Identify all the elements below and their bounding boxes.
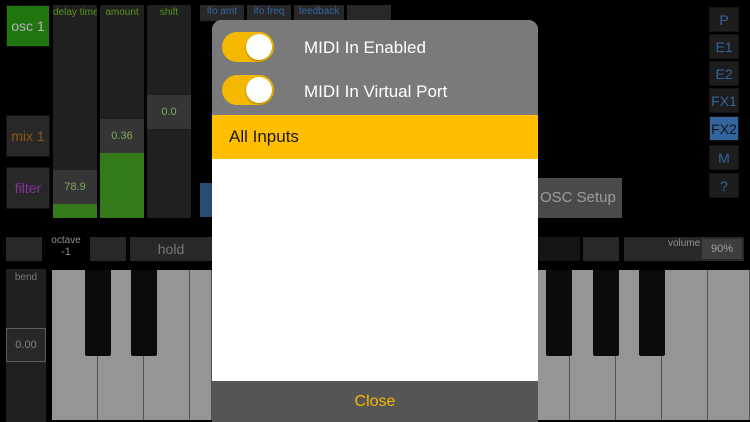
midi-in-virtual-port-label: MIDI In Virtual Port — [304, 82, 448, 101]
modal-header: MIDI In Enabled MIDI In Virtual Port — [212, 20, 538, 115]
midi-input-modal: MIDI In Enabled MIDI In Virtual Port All… — [212, 20, 538, 422]
all-inputs-label: All Inputs — [229, 127, 299, 146]
toggle-knob — [246, 34, 272, 60]
close-button[interactable]: Close — [212, 381, 538, 422]
midi-in-enabled-toggle[interactable] — [222, 32, 274, 62]
input-list-item-all-inputs[interactable]: All Inputs — [212, 115, 538, 159]
close-label: Close — [354, 393, 396, 410]
midi-in-virtual-port-toggle[interactable] — [222, 75, 274, 105]
toggle-knob — [246, 77, 272, 103]
input-list — [212, 159, 538, 381]
midi-in-enabled-label: MIDI In Enabled — [304, 38, 426, 57]
